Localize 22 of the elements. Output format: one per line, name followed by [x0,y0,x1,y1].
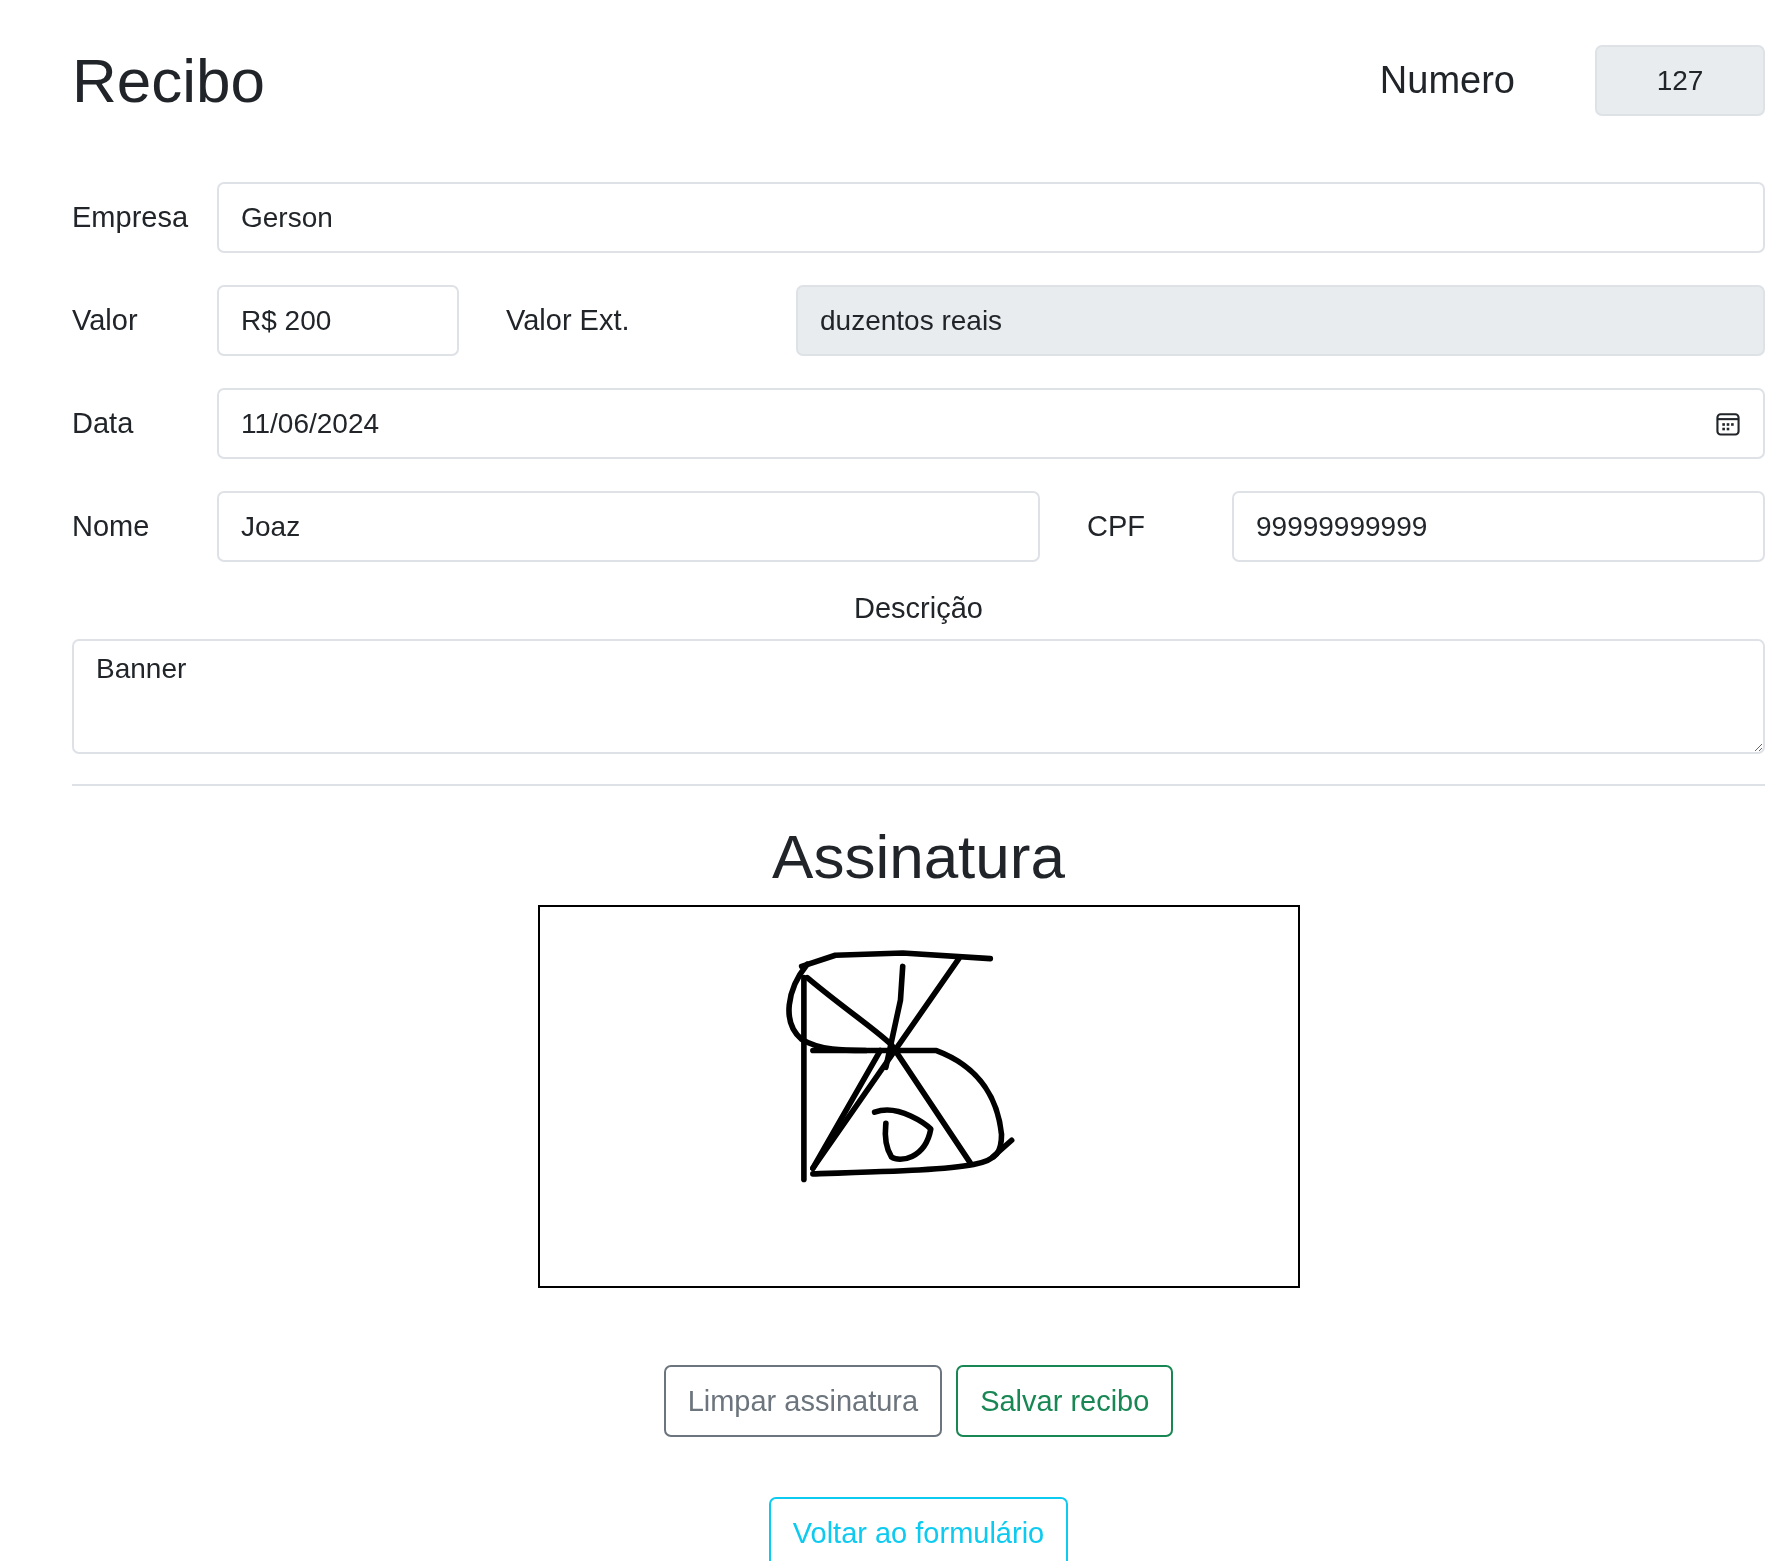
input-field[interactable]: 127 [1595,45,1765,116]
calendar-icon[interactable] [1715,410,1741,437]
clear-signature-button[interactable]: Limpar assinatura [663,1365,943,1438]
field-label: Empresa [72,201,190,234]
field-label: Nome [72,510,151,543]
save-receipt-button[interactable]: Salvar recibo [956,1365,1174,1438]
input-field[interactable]: Gerson [217,182,1765,253]
date-field[interactable]: 11/06/2024 [217,388,1765,459]
field-label: Valor [72,304,139,337]
description-field[interactable]: Banner [72,639,1765,754]
field-label: Numero [1379,59,1515,102]
input-field[interactable]: Joaz [217,491,1040,562]
page-title: Recibo [72,49,266,112]
field-label: CPF [1086,510,1146,543]
field-label: Data [72,407,135,440]
input-field[interactable]: 99999999999 [1232,491,1765,562]
section-title: Assinatura [772,822,1065,891]
input-field[interactable]: R$ 200 [217,285,459,356]
input-field[interactable]: duzentos reais [796,285,1765,356]
field-label: Valor Ext. [505,304,631,337]
signature-pad[interactable] [537,905,1300,1289]
field-label: Descrição [854,592,983,624]
